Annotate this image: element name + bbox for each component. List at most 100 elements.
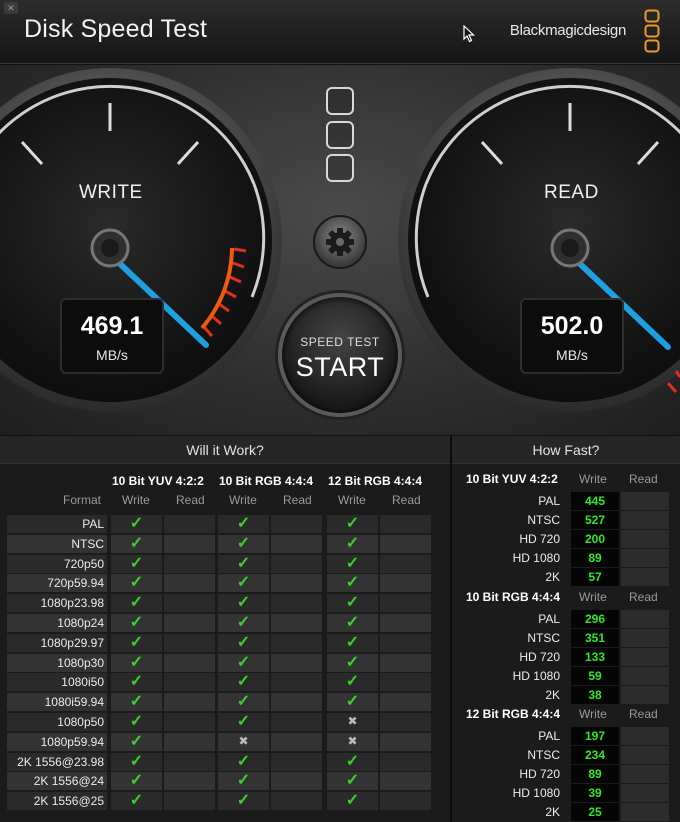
read-cell — [270, 632, 323, 653]
check-icon: ✓ — [236, 515, 251, 532]
read-cell — [163, 533, 216, 554]
read-cell — [270, 672, 323, 693]
speed-read-value — [621, 667, 669, 685]
read-cell — [163, 652, 216, 673]
speed-write-value: 38 — [571, 686, 619, 704]
check-icon: ✓ — [129, 554, 144, 572]
speed-format-label: PAL — [538, 729, 560, 743]
check-icon: ✓ — [345, 554, 360, 572]
speed-read-value — [621, 511, 669, 529]
speed-format-label: HD 720 — [519, 532, 560, 546]
results-panel: Will it Work? How Fast? 10 Bit YUV 4:2:2… — [0, 436, 680, 822]
group-heading: 12 Bit RGB 4:4:4 — [328, 474, 423, 488]
read-cell — [379, 593, 432, 614]
cross-icon: ✖ — [347, 714, 358, 728]
speed-write-value: 527 — [571, 511, 619, 529]
check-icon: ✓ — [129, 693, 144, 711]
speed-format-label: HD 1080 — [512, 669, 560, 683]
read-cell — [379, 573, 432, 594]
option-button-3[interactable] — [326, 154, 354, 182]
format-label: 1080p30 — [57, 655, 104, 670]
read-cell — [270, 731, 323, 752]
format-label: 720p50 — [63, 556, 104, 571]
speed-read-value — [621, 746, 669, 764]
gear-icon — [326, 228, 354, 256]
speed-read-value — [621, 610, 669, 628]
check-icon: ✓ — [129, 614, 144, 631]
speed-read-heading: Read — [629, 590, 658, 604]
check-icon: ✓ — [129, 574, 144, 592]
check-icon: ✓ — [129, 772, 144, 790]
read-cell — [379, 553, 432, 574]
speed-write-value: 445 — [571, 492, 619, 510]
speed-format-label: 2K — [545, 570, 560, 584]
read-cell — [163, 771, 216, 792]
check-icon: ✓ — [345, 515, 360, 532]
speed-write-heading: Write — [579, 590, 607, 604]
format-col-heading: Format — [63, 493, 102, 507]
check-icon: ✓ — [345, 693, 360, 711]
speed-format-label: HD 720 — [519, 767, 560, 781]
speed-write-value: 25 — [571, 803, 619, 821]
check-icon: ✓ — [236, 673, 251, 691]
write-col-heading: Write — [338, 493, 366, 507]
read-cell — [163, 672, 216, 693]
check-icon: ✓ — [129, 732, 144, 750]
group-heading: 10 Bit RGB 4:4:4 — [219, 474, 314, 488]
read-cell — [270, 712, 323, 732]
speed-format-label: 2K — [545, 805, 560, 819]
brand-name: Blackmagicdesign — [509, 22, 626, 39]
check-icon: ✓ — [236, 534, 251, 552]
speed-format-label: NTSC — [527, 631, 560, 645]
check-icon: ✓ — [236, 792, 251, 810]
cross-icon: ✖ — [347, 733, 358, 748]
read-cell — [163, 632, 216, 653]
read-cell — [379, 731, 432, 752]
format-label: 1080p59.94 — [40, 734, 104, 749]
option-button-2[interactable] — [326, 121, 354, 149]
check-icon: ✓ — [236, 713, 251, 730]
read-cell — [163, 791, 216, 812]
speed-read-value — [621, 686, 669, 704]
check-icon: ✓ — [345, 633, 360, 651]
read-cell — [379, 751, 432, 772]
check-icon: ✓ — [236, 653, 251, 671]
check-icon: ✓ — [236, 594, 251, 612]
cursor-icon — [463, 25, 475, 43]
write-col-heading: Write — [229, 493, 257, 507]
read-cell — [379, 652, 432, 673]
speed-section-heading: 12 Bit RGB 4:4:4 — [466, 707, 561, 721]
how-fast-header: How Fast? — [452, 436, 680, 464]
speed-write-value: 133 — [571, 648, 619, 666]
read-cell — [379, 791, 432, 812]
check-icon: ✓ — [236, 574, 251, 592]
check-icon: ✓ — [236, 633, 251, 651]
read-label: READ — [544, 182, 599, 203]
format-label: 1080p50 — [57, 715, 104, 729]
speed-read-value — [621, 492, 669, 510]
speed-write-value: 200 — [571, 530, 619, 548]
read-cell — [379, 533, 432, 554]
speed-read-value — [621, 648, 669, 666]
format-label: 2K 1556@24 — [33, 774, 104, 789]
close-icon[interactable]: ✕ — [4, 2, 18, 14]
speed-read-value — [621, 803, 669, 821]
read-value: 502.0 — [540, 312, 604, 340]
read-col-heading: Read — [283, 493, 312, 507]
check-icon: ✓ — [129, 515, 144, 532]
format-label: 1080p24 — [57, 616, 104, 630]
read-cell — [270, 771, 323, 792]
speed-write-value: 59 — [571, 667, 619, 685]
speed-read-value — [621, 727, 669, 745]
check-icon: ✓ — [236, 772, 251, 790]
settings-button[interactable] — [313, 215, 367, 269]
check-icon: ✓ — [129, 673, 144, 691]
read-cell — [163, 593, 216, 614]
check-icon: ✓ — [236, 693, 251, 711]
format-label: 1080i59.94 — [44, 695, 104, 710]
read-cell — [270, 751, 323, 772]
gauge-panel: WRITE READ 469.1 MB/s 502.0 MB/s SPEED T… — [0, 65, 680, 435]
option-button-1[interactable] — [326, 87, 354, 115]
start-button[interactable]: SPEED TEST START — [278, 293, 402, 417]
speed-format-label: NTSC — [527, 513, 560, 527]
